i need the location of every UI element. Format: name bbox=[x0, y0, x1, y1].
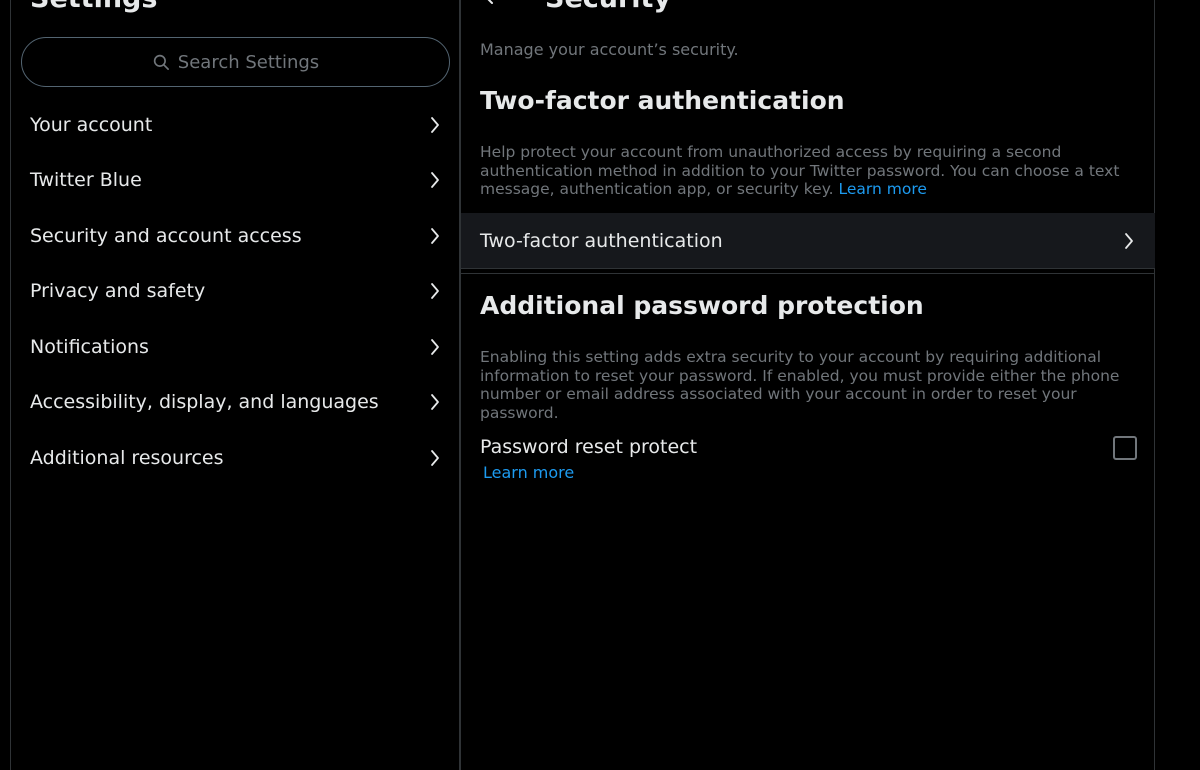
two-factor-heading: Two-factor authentication bbox=[480, 86, 845, 115]
nav-item-security-and-account-access[interactable]: Security and account access bbox=[11, 208, 460, 264]
chevron-right-icon bbox=[1123, 231, 1135, 251]
chevron-right-icon bbox=[429, 281, 441, 301]
nav-item-label: Privacy and safety bbox=[30, 280, 206, 303]
search-placeholder: Search Settings bbox=[177, 51, 320, 73]
settings-title: Settings bbox=[30, 0, 157, 16]
nav-item-label: Notifications bbox=[30, 335, 149, 358]
twitter-settings-page: Settings Search Settings Your account Tw… bbox=[0, 0, 1200, 770]
password-protection-description: Enabling this setting adds extra securit… bbox=[480, 348, 1120, 422]
chevron-right-icon bbox=[429, 115, 441, 135]
password-reset-learn-more-link[interactable]: Learn more bbox=[483, 463, 574, 482]
chevron-right-icon bbox=[429, 337, 441, 357]
security-panel: Security Manage your account’s security.… bbox=[460, 0, 1155, 770]
two-factor-learn-more-link[interactable]: Learn more bbox=[839, 180, 927, 198]
two-factor-authentication-row[interactable]: Two-factor authentication bbox=[461, 213, 1155, 269]
chevron-right-icon bbox=[429, 392, 441, 412]
nav-item-label: Additional resources bbox=[30, 446, 224, 469]
security-subtitle: Manage your account’s security. bbox=[480, 40, 739, 59]
settings-nav: Your account Twitter Blue Security and a… bbox=[11, 97, 460, 486]
section-divider bbox=[461, 273, 1155, 274]
chevron-right-icon bbox=[429, 170, 441, 190]
nav-item-label: Twitter Blue bbox=[30, 169, 142, 192]
nav-item-accessibility-display-languages[interactable]: Accessibility, display, and languages bbox=[11, 375, 460, 431]
arrow-left-icon[interactable] bbox=[479, 0, 499, 10]
search-settings-input[interactable]: Search Settings bbox=[21, 37, 450, 87]
right-empty-area bbox=[1155, 0, 1200, 770]
password-reset-protect-checkbox[interactable] bbox=[1113, 436, 1137, 460]
two-factor-description-text: Help protect your account from unauthori… bbox=[480, 143, 1120, 198]
search-icon bbox=[152, 53, 170, 71]
two-factor-row-label: Two-factor authentication bbox=[480, 229, 723, 252]
nav-item-label: Accessibility, display, and languages bbox=[30, 391, 379, 414]
settings-panel: Settings Search Settings Your account Tw… bbox=[10, 0, 460, 770]
two-factor-description: Help protect your account from unauthori… bbox=[480, 143, 1135, 199]
chevron-right-icon bbox=[429, 226, 441, 246]
nav-item-notifications[interactable]: Notifications bbox=[11, 319, 460, 375]
nav-item-label: Security and account access bbox=[30, 224, 302, 247]
nav-item-privacy-and-safety[interactable]: Privacy and safety bbox=[11, 264, 460, 320]
security-title: Security bbox=[545, 0, 671, 16]
nav-item-additional-resources[interactable]: Additional resources bbox=[11, 430, 460, 486]
chevron-right-icon bbox=[429, 448, 441, 468]
password-protection-heading: Additional password protection bbox=[480, 291, 924, 320]
nav-item-your-account[interactable]: Your account bbox=[11, 97, 460, 153]
nav-item-label: Your account bbox=[30, 113, 153, 136]
nav-item-twitter-blue[interactable]: Twitter Blue bbox=[11, 153, 460, 209]
password-reset-protect-label: Password reset protect bbox=[480, 436, 698, 458]
